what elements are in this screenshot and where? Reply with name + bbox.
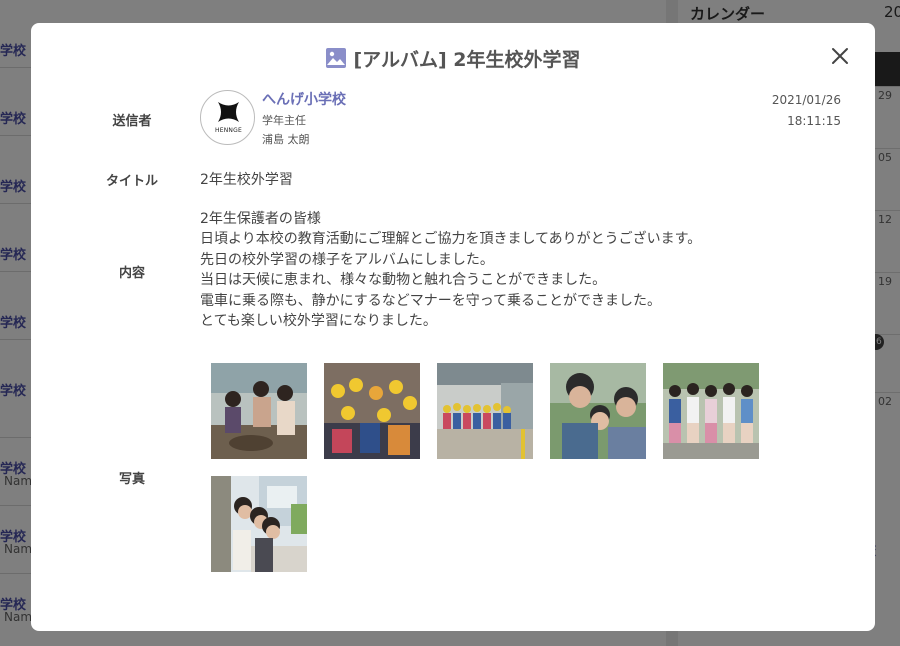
sender-role: 学年主任 bbox=[262, 114, 306, 127]
photo-thumbnail[interactable] bbox=[437, 363, 533, 459]
body-line: 電車に乗る際も、静かにするなどマナーを守って乗ることができました。 bbox=[200, 292, 662, 309]
photo-thumbnail[interactable] bbox=[663, 363, 759, 459]
sender-label: 送信者 bbox=[112, 114, 152, 129]
photo-children-yellow-hats-group bbox=[324, 363, 420, 459]
photo-thumbnail[interactable] bbox=[550, 363, 646, 459]
modal-header: [アルバム] 2年生校外学習 bbox=[31, 43, 875, 73]
modal-title: [アルバム] 2年生校外学習 bbox=[353, 48, 581, 71]
body-line: 当日は天候に恵まれ、様々な動物と触れ合うことができました。 bbox=[200, 272, 607, 289]
body-line: 2年生保護者の皆様 bbox=[200, 211, 321, 227]
photo-girls-peeking-behind-wall bbox=[211, 476, 307, 572]
photos-label: 写真 bbox=[118, 472, 145, 487]
avatar-logo-text: HENNGE bbox=[215, 127, 242, 134]
content-label: 内容 bbox=[118, 266, 145, 281]
photo-thumbnail[interactable] bbox=[211, 363, 307, 459]
photo-two-boys-peace-sign bbox=[550, 363, 646, 459]
sender-person: 浦島 太朗 bbox=[262, 133, 310, 146]
album-image-icon bbox=[325, 47, 347, 69]
photo-children-with-animal bbox=[211, 363, 307, 459]
sent-time: 18:11:15 bbox=[787, 114, 841, 128]
message-body: 2年生保護者の皆様 日頃より本校の教育活動にご理解とご協力を頂きましてありがとう… bbox=[200, 209, 840, 331]
sent-date: 2021/01/26 bbox=[771, 93, 841, 107]
avatar: HENNGE bbox=[200, 90, 255, 145]
photo-thumbnail[interactable] bbox=[211, 476, 307, 572]
body-line: 日頃より本校の教育活動にご理解とご協力を頂きましてありがとうございます。 bbox=[200, 231, 702, 248]
photo-thumbnail[interactable] bbox=[324, 363, 420, 459]
photo-girls-sitting-in-row bbox=[663, 363, 759, 459]
photo-children-on-train-platform bbox=[437, 363, 533, 459]
close-icon[interactable] bbox=[829, 45, 851, 67]
album-modal: [アルバム] 2年生校外学習 送信者 タイトル 内容 写真 HENNGE へんげ… bbox=[31, 23, 875, 631]
sender-name[interactable]: へんげ小学校 bbox=[262, 89, 346, 109]
title-label: タイトル bbox=[105, 174, 158, 189]
message-title: 2年生校外学習 bbox=[200, 172, 293, 188]
body-line: 先日の校外学習の様子をアルバムにしました。 bbox=[200, 251, 494, 268]
body-line: とても楽しい校外学習になりました。 bbox=[200, 313, 437, 330]
